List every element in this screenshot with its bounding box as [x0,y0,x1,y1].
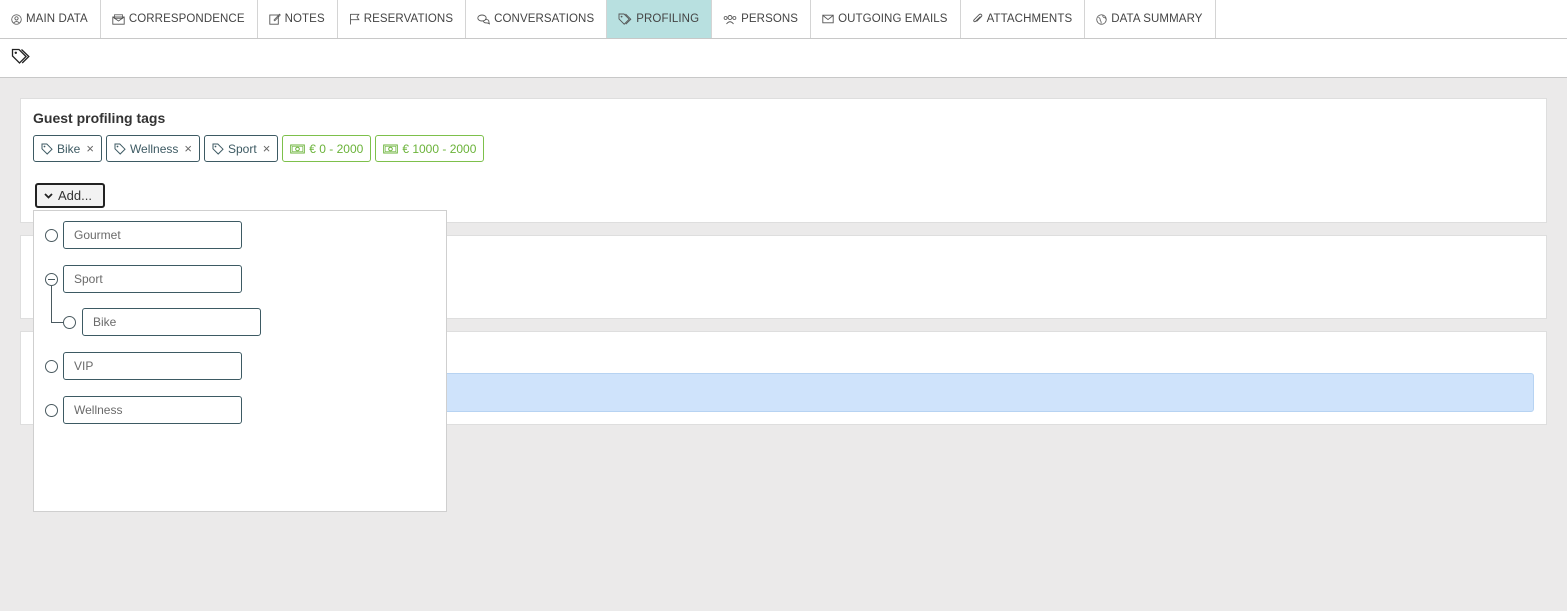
globe-icon [1096,13,1107,25]
option-label: VIP [74,359,94,373]
tag-list: Bike × Wellness × Sport × € 0 - 2000 € 1… [33,135,488,162]
tab-data-summary[interactable]: DATA SUMMARY [1085,0,1216,38]
tab-label: PROFILING [636,13,700,25]
tab-label: PERSONS [741,13,799,25]
tag-icon [114,143,126,155]
tab-notes[interactable]: NOTES [258,0,338,38]
tag-icon [212,143,224,155]
tag-label: Sport [228,141,257,156]
collapse-toggle[interactable] [45,273,58,286]
budget-tag-chip[interactable]: € 0 - 2000 [282,135,372,162]
tag-chip[interactable]: Wellness × [105,135,200,162]
chevron-down-icon [44,192,53,199]
tag-option[interactable]: Wellness [63,396,242,424]
tab-bar: MAIN DATA CORRESPONDENCE NOTES RESERVATI… [0,0,1567,39]
tab-main-data[interactable]: MAIN DATA [0,0,101,38]
user-circle-icon [11,13,22,25]
tag-label: Bike [57,141,81,156]
tags-icon [618,13,632,25]
tree-connector [51,286,52,322]
option-label: Wellness [74,403,123,417]
paperclip-icon [972,13,982,23]
tab-reservations[interactable]: RESERVATIONS [338,0,467,38]
edit-icon [268,13,281,25]
profiling-tags-panel: Guest profiling tags Bike × Wellness × S… [20,98,1547,223]
envelope-icon [822,14,834,24]
tag-option[interactable]: Gourmet [63,221,242,249]
tab-label: CONVERSATIONS [494,13,595,25]
envelope-open-icon [112,13,125,25]
tag-label: € 1000 - 2000 [402,141,477,156]
option-radio[interactable] [63,316,76,329]
add-tag-button[interactable]: Add... [35,183,105,208]
tag-option[interactable]: Sport [63,265,242,293]
tab-persons[interactable]: PERSONS [712,0,812,38]
tags-icon[interactable] [11,48,31,64]
tab-label: NOTES [284,13,325,25]
option-radio[interactable] [45,404,58,417]
tab-label: DATA SUMMARY [1111,13,1203,25]
tag-label: Wellness [129,141,179,156]
tab-label: CORRESPONDENCE [128,13,245,25]
option-label: Sport [74,272,103,286]
money-icon [383,144,399,153]
users-icon [723,14,737,24]
tab-attachments[interactable]: ATTACHMENTS [961,0,1086,38]
tab-label: RESERVATIONS [363,13,454,25]
tab-outgoing-emails[interactable]: OUTGOING EMAILS [811,0,961,38]
tab-conversations[interactable]: CONVERSATIONS [466,0,608,38]
panel-title: Guest profiling tags [33,110,166,126]
option-radio[interactable] [45,229,58,242]
remove-tag-icon[interactable]: × [184,141,192,156]
flag-icon [349,13,360,25]
add-tag-label: Add... [58,188,92,203]
profiling-toolbar [0,39,1567,78]
option-label: Gourmet [74,228,121,242]
remove-tag-icon[interactable]: × [263,141,271,156]
remove-tag-icon[interactable]: × [86,141,94,156]
tag-option[interactable]: VIP [63,352,242,380]
tag-chip[interactable]: Bike × [33,135,102,162]
money-icon [290,144,306,153]
tab-correspondence[interactable]: CORRESPONDENCE [101,0,258,38]
tag-chip[interactable]: Sport × [204,135,279,162]
tab-label: OUTGOING EMAILS [838,13,948,25]
tag-label: € 0 - 2000 [309,141,364,156]
info-bar [441,373,1534,412]
tab-profiling[interactable]: PROFILING [607,0,713,38]
tab-label: ATTACHMENTS [986,13,1073,25]
tab-label: MAIN DATA [26,13,88,25]
tag-option[interactable]: Bike [82,308,261,336]
chat-bubbles-icon [477,14,491,25]
option-label: Bike [93,315,117,329]
option-radio[interactable] [45,360,58,373]
tag-picker-dropdown: Gourmet Sport Bike VIP Wellness [33,210,447,512]
budget-tag-chip[interactable]: € 1000 - 2000 [375,135,485,162]
tag-icon [41,143,53,155]
